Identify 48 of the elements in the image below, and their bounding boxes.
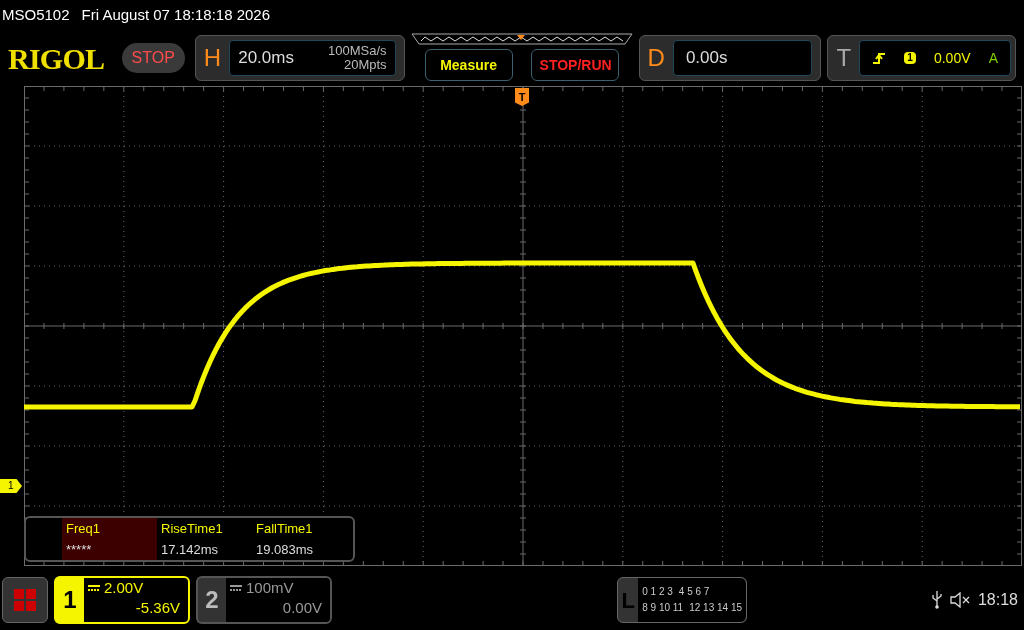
dc-coupling-icon bbox=[230, 585, 242, 591]
channel-number: 2 bbox=[204, 585, 220, 615]
measure-button[interactable]: Measure bbox=[424, 49, 513, 81]
digital-channel-numbers: 0 1 2 3 bbox=[642, 585, 673, 599]
horizontal-panel[interactable]: H 20.0ms 100MSa/s 20Mpts bbox=[194, 35, 405, 81]
trigger-label: T bbox=[836, 43, 852, 73]
measurement-value: ***** bbox=[66, 541, 93, 559]
menu-button[interactable] bbox=[2, 577, 48, 623]
measurement-name: FallTime1 bbox=[256, 519, 314, 538]
vertical-offset: 0.00V bbox=[282, 598, 322, 618]
digital-channel-numbers: 12 13 14 15 bbox=[689, 601, 742, 615]
digital-channel-numbers: 4 5 6 7 bbox=[678, 585, 710, 599]
trigger-position-marker[interactable]: T bbox=[515, 88, 529, 106]
channel-panel[interactable]: 1 2.00V -5.36V bbox=[54, 576, 190, 624]
channel-number: 1 bbox=[62, 585, 78, 615]
channel-offset-marker[interactable]: 1 bbox=[0, 479, 22, 493]
sample-rate: 100MSa/s bbox=[328, 44, 387, 58]
brand-logo: RIGOL bbox=[8, 40, 106, 77]
vertical-scale: 100mV bbox=[246, 578, 294, 598]
dc-coupling-icon bbox=[88, 585, 100, 591]
trigger-source-badge: 1 bbox=[904, 52, 916, 64]
measurement-value: 19.083ms bbox=[256, 541, 315, 559]
delay-label: D bbox=[647, 43, 665, 73]
usb-icon bbox=[931, 591, 942, 609]
vertical-scale: 2.00V bbox=[104, 578, 144, 598]
grid-menu-icon bbox=[14, 589, 36, 611]
memory-depth: 20Mpts bbox=[343, 58, 387, 72]
trigger-level: 0.00V bbox=[933, 48, 971, 68]
rising-edge-icon bbox=[872, 51, 887, 65]
horizontal-label: H bbox=[203, 43, 222, 73]
delay-panel[interactable]: D 0.00s bbox=[638, 35, 822, 81]
vertical-offset: -5.36V bbox=[135, 598, 180, 618]
model-name: MSO5102 bbox=[2, 4, 70, 25]
measurement-name: Freq1 bbox=[66, 519, 101, 538]
trigger-panel[interactable]: T 1 0.00V A bbox=[827, 35, 1016, 81]
clock: 18:18 bbox=[977, 590, 1018, 610]
delay-value: 0.00s bbox=[685, 47, 728, 70]
trigger-mode: A bbox=[988, 48, 998, 68]
stop-run-button[interactable]: STOP/RUN bbox=[530, 49, 619, 81]
run-state-indicator: STOP bbox=[121, 43, 185, 73]
measurement-value: 17.142ms bbox=[161, 541, 220, 559]
timebase-value: 20.0ms bbox=[238, 47, 294, 70]
digital-channel-numbers: 8 9 10 11 bbox=[642, 601, 684, 615]
channel-panel[interactable]: 2 100mV 0.00V bbox=[196, 576, 332, 624]
measurement-item[interactable]: Freq1 ***** bbox=[62, 518, 157, 560]
date-time: Fri August 07 18:18:18 2026 bbox=[81, 4, 271, 25]
speaker-muted-icon bbox=[949, 592, 970, 608]
measurement-name: RiseTime1 bbox=[161, 519, 224, 538]
